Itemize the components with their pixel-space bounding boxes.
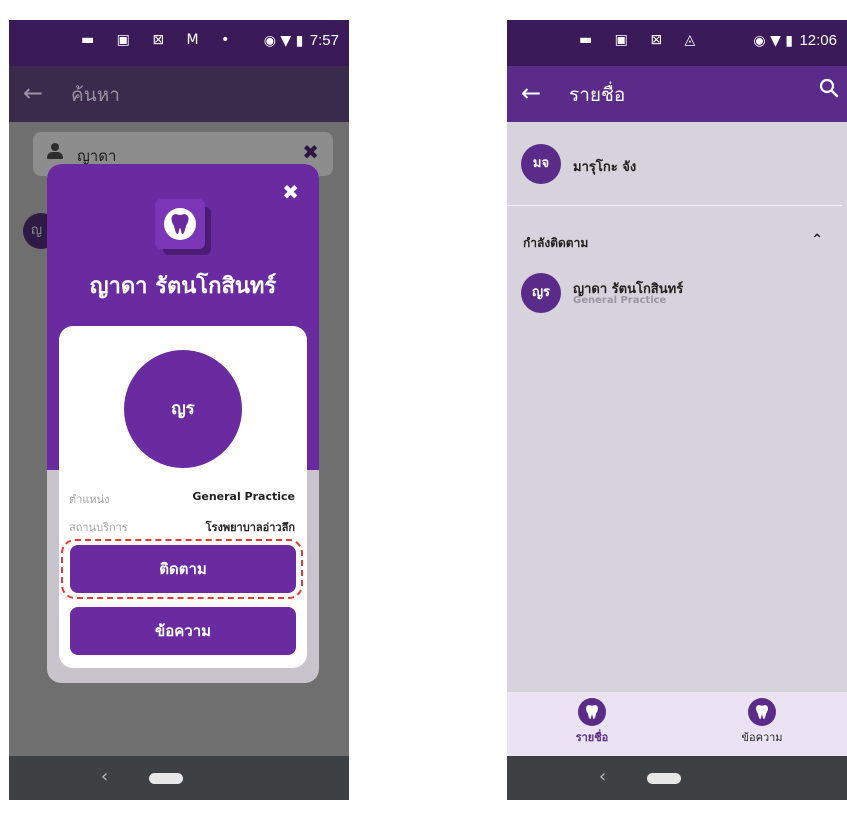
tooth-icon — [578, 698, 606, 726]
status-time: 12:06 — [799, 32, 837, 49]
avatar: ญร — [124, 350, 242, 468]
system-nav-bar: ‹ — [507, 756, 847, 800]
tooth-logo-icon — [155, 199, 211, 255]
bottom-tab-bar: รายชื่อ ข้อความ — [507, 692, 847, 756]
contact-specialty: General Practice — [573, 295, 667, 306]
position-label: ตำแหน่ง — [69, 493, 110, 506]
tab-messages[interactable]: ข้อความ — [717, 698, 807, 746]
page-title: รายชื่อ — [569, 84, 626, 106]
status-bar: ▬ ▣ ⊠ ◬ ◉ ▼ ▮ 12:06 — [507, 20, 847, 66]
contacts-screen: ▬ ▣ ⊠ ◬ ◉ ▼ ▮ 12:06 ← รายชื่อ มจ มารุโกะ… — [507, 20, 847, 800]
back-arrow-icon[interactable]: ← — [23, 78, 43, 108]
page-title: ค้นหา — [71, 84, 120, 106]
system-status: ◉ ▼ ▮ 7:57 — [264, 32, 339, 49]
notification-icons: ▬ ▣ ⊠ ◬ — [579, 32, 705, 48]
position-row: ตำแหน่ง General Practice — [69, 490, 295, 508]
chevron-up-icon[interactable]: ⌃ — [811, 232, 823, 248]
tab-label: ข้อความ — [741, 731, 783, 744]
status-time: 7:57 — [309, 32, 339, 49]
tab-contacts[interactable]: รายชื่อ — [547, 698, 637, 746]
message-button[interactable]: ข้อความ — [70, 607, 296, 655]
tab-label: รายชื่อ — [575, 731, 609, 744]
back-arrow-icon[interactable]: ← — [521, 78, 541, 108]
search-screen: ▬ ▣ ⊠ M • ◉ ▼ ▮ 7:57 ← ค้นหา ญาดา ✖ ญ ✖ … — [9, 20, 349, 800]
signal-battery-icons: ◉ ▼ ▮ — [263, 33, 304, 49]
nav-back-icon[interactable]: ‹ — [599, 766, 606, 787]
contact-name: มารุโกะ จัง — [573, 160, 637, 175]
tooth-icon — [748, 698, 776, 726]
search-icon[interactable] — [819, 78, 839, 98]
close-icon[interactable]: ✖ — [282, 180, 299, 204]
status-bar: ▬ ▣ ⊠ M • ◉ ▼ ▮ 7:57 — [9, 20, 349, 66]
list-item[interactable]: ญร ญาดา รัตนโกสินทร์ General Practice — [521, 273, 831, 313]
avatar: ญร — [521, 273, 561, 313]
signal-battery-icons: ◉ ▼ ▮ — [753, 33, 793, 49]
position-value: General Practice — [192, 490, 295, 503]
profile-card: ญร ตำแหน่ง General Practice สถานบริการ โ… — [59, 326, 307, 668]
app-bar: ← รายชื่อ — [507, 66, 847, 122]
home-pill-icon[interactable] — [149, 773, 183, 784]
doctor-name: ญาดา รัตนโกสินทร์ — [89, 274, 277, 299]
location-row: สถานบริการ โรงพยาบาลอ่าวลึก — [69, 518, 295, 536]
divider — [507, 205, 842, 206]
notification-icons: ▬ ▣ ⊠ M • — [81, 32, 239, 48]
app-bar: ← ค้นหา — [9, 66, 349, 122]
doctor-profile-dialog: ✖ ญาดา รัตนโกสินทร์ ญร ตำแหน่ง General P… — [47, 164, 319, 683]
clear-icon[interactable]: ✖ — [302, 140, 319, 164]
my-profile-item[interactable]: มจ มารุโกะ จัง — [521, 144, 831, 184]
system-nav-bar: ‹ — [9, 756, 349, 800]
person-icon — [47, 143, 63, 159]
location-label: สถานบริการ — [69, 521, 128, 534]
following-section-header[interactable]: กำลังติดตาม ⌃ — [523, 232, 823, 253]
home-pill-icon[interactable] — [647, 773, 681, 784]
nav-back-icon[interactable]: ‹ — [101, 766, 108, 787]
section-title: กำลังติดตาม — [523, 236, 589, 250]
location-value: โรงพยาบาลอ่าวลึก — [205, 521, 295, 534]
avatar: มจ — [521, 144, 561, 184]
follow-button[interactable]: ติดตาม — [70, 545, 296, 593]
system-status: ◉ ▼ ▮ 12:06 — [753, 32, 837, 49]
